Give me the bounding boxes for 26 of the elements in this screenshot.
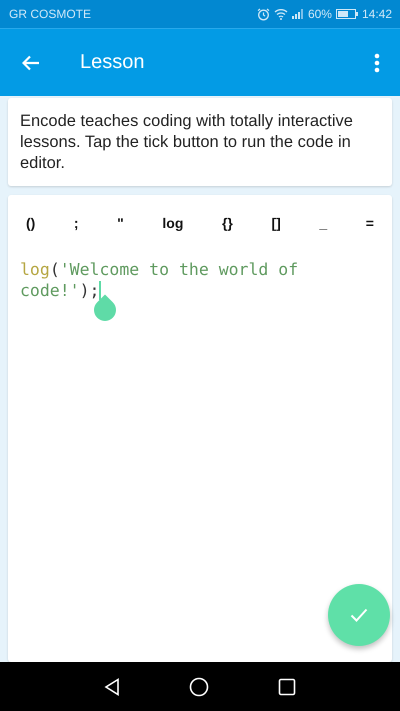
clock-time: 14:42 bbox=[362, 7, 392, 21]
alarm-icon bbox=[256, 8, 270, 20]
battery-icon bbox=[336, 9, 358, 19]
symbol-key[interactable]: {} bbox=[220, 215, 235, 231]
symbol-key[interactable]: () bbox=[24, 215, 38, 231]
run-button[interactable] bbox=[328, 584, 390, 646]
symbol-key[interactable]: _ bbox=[317, 215, 330, 231]
battery-percent: 60% bbox=[308, 7, 332, 21]
symbol-key[interactable]: log bbox=[160, 215, 186, 231]
screen-title: Lesson bbox=[80, 51, 146, 74]
wifi-icon bbox=[274, 8, 288, 20]
check-icon bbox=[350, 608, 368, 622]
symbol-key[interactable]: [] bbox=[269, 215, 283, 231]
signal-icon bbox=[292, 9, 304, 19]
recents-icon[interactable] bbox=[278, 678, 296, 696]
symbol-key[interactable]: " bbox=[115, 215, 126, 231]
instruction-text: Encode teaches coding with totally interactive lessons. Tap the tick button to run the code in editor. bbox=[20, 111, 354, 174]
more-options-icon[interactable] bbox=[374, 52, 380, 72]
back-icon[interactable] bbox=[104, 678, 120, 696]
code-line: log('Welcome to the world of code!'); bbox=[20, 259, 300, 301]
symbol-key[interactable]: ; bbox=[72, 215, 81, 231]
symbol-key[interactable]: = bbox=[364, 215, 376, 231]
home-icon[interactable] bbox=[188, 676, 209, 696]
code-editor[interactable]: () ; " log {} [] _ = log('Welcome to the world of code!'); bbox=[8, 195, 392, 662]
carrier-name: GR COSMOTE bbox=[9, 7, 92, 21]
back-arrow-icon[interactable] bbox=[22, 54, 40, 70]
